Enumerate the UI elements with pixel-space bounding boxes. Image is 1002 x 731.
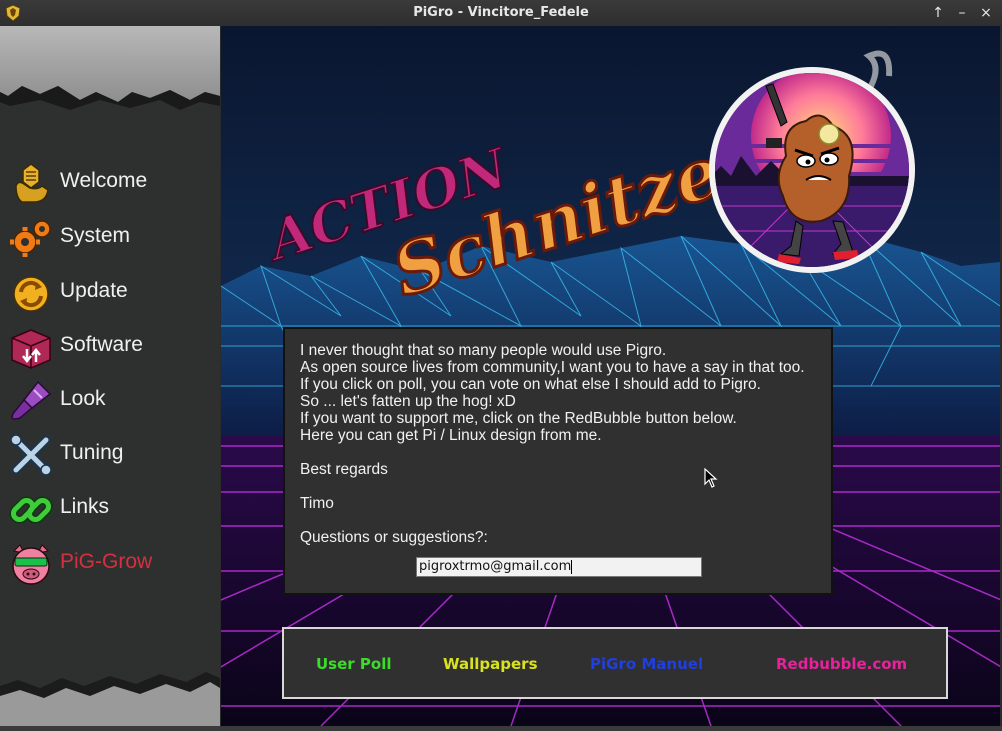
crossed-tools-icon [10, 434, 52, 476]
gears-icon [10, 220, 51, 257]
sidebar-item-label: Update [60, 279, 128, 302]
sidebar-item-look[interactable]: Look [6, 376, 216, 426]
sidebar-item-label: Tuning [60, 441, 124, 464]
torn-paper-decoration-bottom [0, 672, 220, 726]
sidebar-item-links[interactable]: Links [6, 484, 216, 534]
message-line: Here you can get Pi / Linux design from … [300, 427, 602, 444]
window-titlebar: PiGro - Vincitore_Fedele ↑ – × [0, 0, 1002, 26]
redbubble-button[interactable]: Redbubble.com [776, 655, 907, 673]
link-button-bar: User Poll Wallpapers PiGro Manuel Redbub… [282, 627, 948, 699]
close-button[interactable]: × [976, 3, 996, 23]
message-line: Timo [300, 495, 334, 512]
sidebar-item-welcome[interactable]: Welcome [6, 158, 216, 208]
refresh-arrows-icon [13, 276, 49, 312]
message-line: If you want to support me, click on the … [300, 410, 737, 427]
main-panel: ACTION Schnitzel I never thought that so… [221, 26, 1000, 726]
sidebar-item-update[interactable]: Update [6, 268, 216, 318]
message-line: I never thought that so many people woul… [300, 342, 667, 359]
sidebar-item-pig-grow[interactable]: PiG-Grow [6, 539, 216, 589]
sidebar-item-label: Welcome [60, 169, 148, 192]
message-line: Best regards [300, 461, 388, 478]
sidebar-item-label: PiG-Grow [60, 550, 153, 573]
message-text: I never thought that so many people woul… [300, 342, 805, 546]
honeycomb-hand-icon [15, 163, 49, 203]
message-line: As open source lives from community,I wa… [300, 359, 805, 376]
text-cursor [571, 559, 573, 574]
message-line: So ... let's fatten up the hog! xD [300, 393, 516, 410]
message-line: If you click on poll, you can vote on wh… [300, 376, 761, 393]
message-panel: I never thought that so many people woul… [283, 327, 833, 595]
maximize-button[interactable]: ↑ [928, 3, 948, 23]
sidebar: Welcome System Update Software Look Tuni… [0, 26, 220, 726]
torn-paper-decoration-top [0, 26, 220, 110]
sidebar-item-label: System [60, 224, 131, 247]
paint-brush-icon [11, 380, 52, 420]
sidebar-item-system[interactable]: System [6, 213, 216, 263]
email-value: pigroxtrmo@gmail.com [419, 559, 572, 574]
sidebar-item-tuning[interactable]: Tuning [6, 430, 216, 480]
message-line: Questions or suggestions?: [300, 529, 488, 546]
package-box-icon [11, 329, 51, 369]
minimize-button[interactable]: – [952, 3, 972, 23]
pigro-manual-button[interactable]: PiGro Manuel [590, 655, 703, 673]
pig-with-sunglasses-icon [12, 544, 50, 585]
sidebar-item-label: Links [60, 495, 110, 518]
wallpapers-button[interactable]: Wallpapers [443, 655, 538, 673]
sidebar-item-label: Software [60, 333, 143, 356]
user-poll-button[interactable]: User Poll [316, 655, 391, 673]
sidebar-item-software[interactable]: Software [6, 322, 216, 372]
chain-link-icon [9, 496, 53, 524]
mouse-pointer-icon [704, 468, 718, 488]
window-title: PiGro - Vincitore_Fedele [413, 5, 589, 20]
email-field[interactable]: pigroxtrmo@gmail.com [416, 557, 702, 577]
sidebar-item-label: Look [60, 387, 106, 410]
window-bottom-border [0, 726, 1002, 731]
